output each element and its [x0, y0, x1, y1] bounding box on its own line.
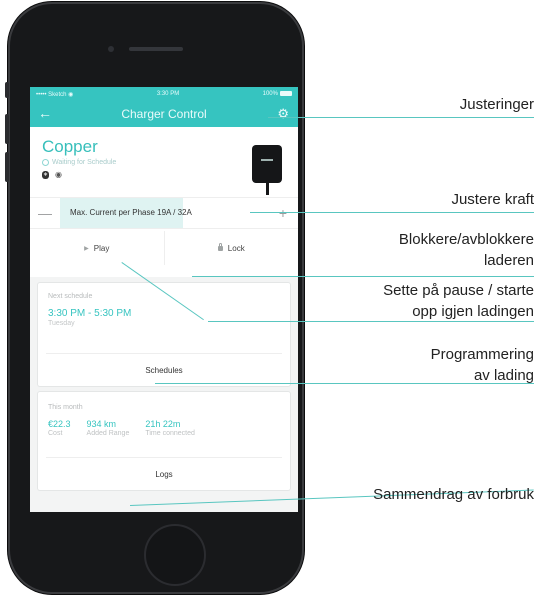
action-row: ▶ Play Lock [30, 231, 298, 265]
stat-label: Time connected [145, 430, 195, 437]
play-label: Play [93, 243, 110, 253]
status-carrier: ••••• Sketch ◉ [36, 91, 74, 98]
callout-justeringer: Justeringer [459, 96, 534, 113]
logs-button[interactable]: Logs [46, 457, 282, 490]
status-time: 3:30 PM [156, 91, 180, 97]
schedules-button[interactable]: Schedules [46, 353, 282, 386]
back-arrow-icon[interactable]: ← [38, 105, 52, 121]
status-battery: 100% [262, 90, 292, 98]
earpiece-speaker [129, 47, 183, 51]
clock-icon [42, 159, 49, 166]
stat-value: €22.3 [48, 419, 71, 429]
power-label: Max. Current per Phase 19A / 32A [70, 208, 192, 217]
charger-status-text: Waiting for Schedule [52, 159, 117, 166]
charger-card: Copper Waiting for Schedule ∗ ◉ — Max. C… [30, 127, 298, 277]
battery-icon [279, 90, 292, 96]
callout-sammendrag: Sammendrag av forbruk [373, 486, 534, 503]
callout-pause: Sette på pause / starte opp igjen lading… [383, 280, 534, 322]
app-screen: ••••• Sketch ◉ 3:30 PM 100% ← Charger Co… [30, 87, 298, 512]
wifi-icon: ◉ [55, 170, 62, 179]
stat-label: Cost [48, 430, 63, 437]
lock-button[interactable]: Lock [163, 231, 299, 265]
volume-down-button [5, 152, 9, 182]
decrease-power-button[interactable]: — [30, 205, 60, 221]
callout-blokkere: Blokkere/avblokkere laderen [399, 229, 534, 271]
charger-status: Waiting for Schedule [42, 159, 286, 166]
bluetooth-icon: ∗ [42, 170, 49, 179]
callout-pause-line1: Sette på pause / starte [383, 282, 534, 299]
schedule-card: Next schedule 3:30 PM - 5:30 PM Tuesday … [38, 283, 290, 386]
stat-value: 21h 22m [145, 419, 181, 429]
mute-switch [5, 82, 9, 98]
connectivity-row: ∗ ◉ [42, 170, 286, 179]
callout-blokkere-line2: laderen [483, 252, 534, 269]
lock-label: Lock [227, 243, 245, 253]
stat-value: 934 km [86, 419, 117, 429]
gear-icon[interactable]: ⚙ [277, 106, 289, 122]
charger-device-image [252, 145, 282, 195]
callout-justere-kraft: Justere kraft [451, 191, 534, 208]
phone-frame: ••••• Sketch ◉ 3:30 PM 100% ← Charger Co… [5, 2, 304, 594]
stat-time: 21h 22m Time connected [145, 419, 195, 437]
callout-pause-line2: opp igjen ladingen [412, 303, 534, 320]
charger-name: Copper [42, 137, 98, 156]
battery-percent: 100% [262, 91, 278, 98]
callout-line-justere-kraft [250, 212, 534, 213]
callout-line-justeringer [268, 117, 534, 118]
stats-header: This month [48, 404, 83, 411]
stats-row: €22.3 Cost 934 km Added Range 21h 22m Ti… [48, 419, 280, 437]
stat-label: Added Range [86, 430, 130, 437]
callout-prog-line1: Programmering [430, 346, 534, 363]
schedule-header: Next schedule [48, 293, 93, 300]
front-camera [108, 46, 114, 52]
charger-led [261, 159, 273, 161]
status-bar: ••••• Sketch ◉ 3:30 PM 100% [30, 87, 298, 101]
power-slider[interactable]: Max. Current per Phase 19A / 32A [60, 198, 268, 228]
callout-blokkere-line1: Blokkere/avblokkere [398, 231, 534, 248]
increase-power-button[interactable]: + [268, 205, 298, 221]
charger-cable [266, 183, 269, 195]
play-icon: ▶ [84, 245, 89, 252]
play-button[interactable]: ▶ Play [30, 231, 164, 265]
lock-icon [217, 242, 223, 251]
callout-prog-line2: av lading [473, 367, 534, 384]
nav-bar: ← Charger Control ⚙ [30, 101, 298, 127]
schedule-time: 3:30 PM - 5:30 PM [48, 308, 132, 319]
stat-range: 934 km Added Range [87, 419, 130, 437]
nav-title: Charger Control [121, 107, 207, 121]
power-slider-row[interactable]: — Max. Current per Phase 19A / 32A + [30, 197, 298, 229]
stats-card: This month €22.3 Cost 934 km Added Range… [38, 392, 290, 490]
volume-up-button [5, 114, 9, 144]
stat-cost: €22.3 Cost [48, 419, 71, 437]
callout-programmering: Programmering av lading [431, 344, 534, 386]
home-button[interactable] [144, 524, 206, 586]
callout-line-blokkere [192, 276, 534, 277]
